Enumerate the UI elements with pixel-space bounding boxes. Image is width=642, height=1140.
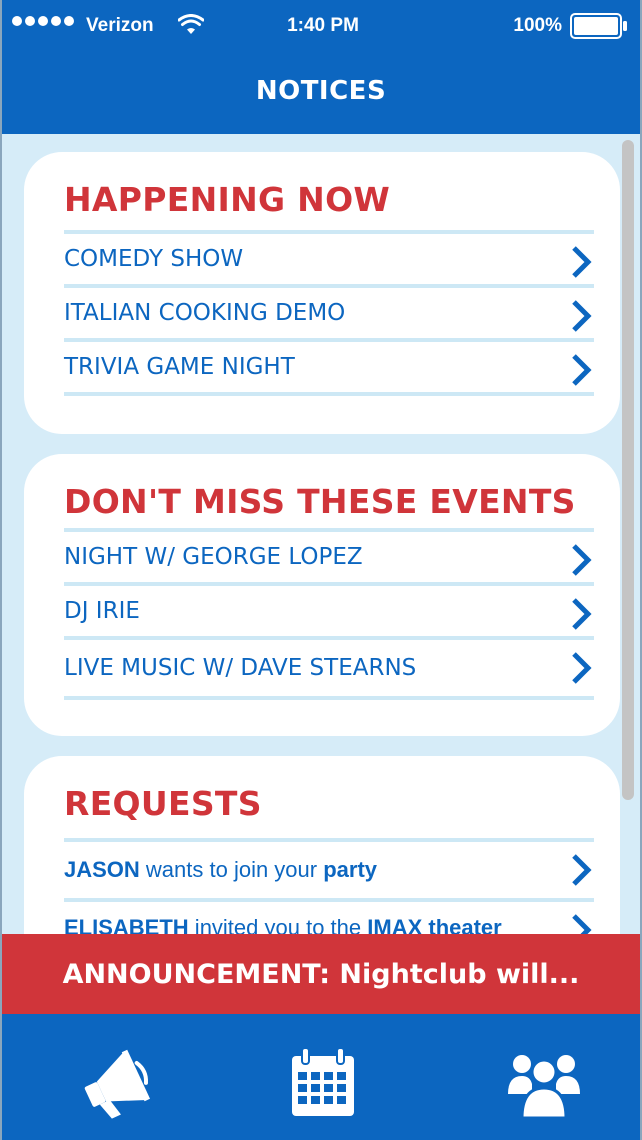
happening-now-heading: HAPPENING NOW bbox=[64, 180, 391, 219]
group-icon[interactable] bbox=[506, 1044, 582, 1120]
list-item-label: TRIVIA GAME NIGHT bbox=[64, 354, 295, 380]
list-item[interactable]: COMEDY SHOW bbox=[64, 234, 594, 288]
list-item-label: COMEDY SHOW bbox=[64, 246, 244, 272]
happening-now-card: HAPPENING NOW COMEDY SHOW ITALIAN COOKIN… bbox=[24, 152, 620, 434]
chevron-right-icon bbox=[572, 544, 592, 576]
chevron-right-icon bbox=[572, 854, 592, 886]
requests-heading: REQUESTS bbox=[64, 784, 262, 823]
tab-bar bbox=[2, 1014, 640, 1140]
scrollbar[interactable] bbox=[622, 140, 634, 800]
request-item[interactable]: JASON wants to join your party bbox=[64, 842, 594, 902]
events-card: DON'T MISS THESE EVENTS NIGHT W/ GEORGE … bbox=[24, 454, 620, 736]
request-sender: JASON bbox=[64, 857, 140, 882]
battery-icon bbox=[570, 13, 627, 39]
chevron-right-icon bbox=[572, 598, 592, 630]
page-title: NOTICES bbox=[255, 76, 387, 106]
chevron-right-icon bbox=[572, 652, 592, 684]
announcement-text: ANNOUNCEMENT: Nightclub will... bbox=[62, 958, 580, 990]
chevron-right-icon bbox=[572, 300, 592, 332]
list-item[interactable]: NIGHT W/ GEORGE LOPEZ bbox=[64, 532, 594, 586]
events-list: NIGHT W/ GEORGE LOPEZ DJ IRIE LIVE MUSIC… bbox=[64, 528, 594, 700]
battery-percentage: 100% bbox=[513, 15, 562, 36]
list-item[interactable]: ITALIAN COOKING DEMO bbox=[64, 288, 594, 342]
announcement-banner[interactable]: ANNOUNCEMENT: Nightclub will... bbox=[2, 934, 640, 1014]
app-screen: Verizon 1:40 PM 100% NOTICES HAPPENING N… bbox=[0, 0, 642, 1140]
list-item-label: NIGHT W/ GEORGE LOPEZ bbox=[64, 544, 363, 570]
list-item-label: LIVE MUSIC W/ DAVE STEARNS bbox=[64, 655, 417, 681]
list-item[interactable]: DJ IRIE bbox=[64, 586, 594, 640]
happening-now-list: COMEDY SHOW ITALIAN COOKING DEMO TRIVIA … bbox=[64, 230, 594, 396]
megaphone-icon[interactable] bbox=[80, 1044, 160, 1120]
request-message: wants to join your bbox=[139, 857, 324, 882]
request-target: party bbox=[323, 857, 378, 882]
top-bar: Verizon 1:40 PM 100% NOTICES bbox=[2, 0, 640, 134]
chevron-right-icon bbox=[572, 354, 592, 386]
list-item-label: ITALIAN COOKING DEMO bbox=[64, 300, 346, 326]
list-item[interactable]: LIVE MUSIC W/ DAVE STEARNS bbox=[64, 640, 594, 700]
request-text: JASON wants to join your party bbox=[64, 857, 377, 883]
list-item[interactable]: TRIVIA GAME NIGHT bbox=[64, 342, 594, 396]
chevron-right-icon bbox=[572, 246, 592, 278]
list-item-label: DJ IRIE bbox=[64, 598, 140, 624]
status-bar: Verizon 1:40 PM 100% bbox=[2, 0, 640, 54]
calendar-icon[interactable] bbox=[288, 1044, 358, 1120]
events-heading: DON'T MISS THESE EVENTS bbox=[64, 482, 576, 521]
